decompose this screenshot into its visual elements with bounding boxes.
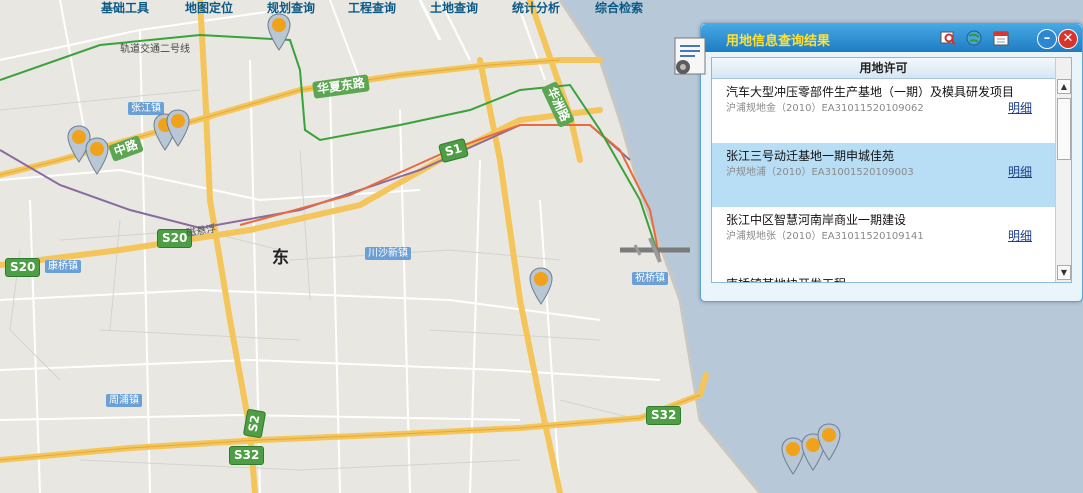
panel-titlebar[interactable]: 用地信息查询结果 – ✕ [701,24,1082,52]
map-pin-icon[interactable] [528,266,554,306]
detail-link[interactable]: 明细 [1008,227,1032,244]
scroll-down-icon[interactable]: ▼ [1057,265,1071,280]
row-permit-number: 沪浦规地金（2010）EA31011520109062 [726,103,924,114]
scroll-thumb[interactable] [1057,98,1071,160]
list-item[interactable]: 康桥镇某地块开发工程 [712,271,1055,282]
metro-line-label: 轨道交通二号线 [120,44,190,55]
menu-map-locate[interactable]: 地图定位 [185,0,233,16]
globe-icon[interactable] [965,29,983,47]
highway-s32-b: S32 [229,446,265,465]
panel-title: 用地信息查询结果 [726,34,831,49]
list-item[interactable]: 汽车大型冲压零部件生产基地（一期）及模具研发项目 沪浦规地金（2010）EA31… [712,79,1055,143]
row-permit-number: 沪规地浦（2010）EA31001520109003 [726,167,914,178]
map-pin-icon[interactable] [816,422,842,462]
scroll-up-icon[interactable]: ▲ [1057,79,1071,94]
highway-s20-b: S20 [5,258,41,277]
map-district-label: 东 [272,248,289,268]
result-list: 用地许可 汽车大型冲压零部件生产基地（一期）及模具研发项目 沪浦规地金（2010… [711,57,1072,283]
detail-link[interactable]: 明细 [1008,99,1032,116]
place-zhoupu: 周浦镇 [106,394,142,407]
menu-project-query[interactable]: 工程查询 [348,0,396,16]
minimize-icon[interactable]: – [1037,29,1057,49]
list-item[interactable]: 张江中区智慧河南岸商业一期建设 沪浦规地张（2010）EA31011520109… [712,207,1055,271]
list-item[interactable]: 张江三号动迁基地一期申城佳苑 沪规地浦（2010）EA3100152010900… [712,143,1055,207]
calendar-icon[interactable] [992,29,1010,47]
menu-statistics[interactable]: 统计分析 [512,0,560,16]
close-icon[interactable]: ✕ [1058,29,1078,49]
menu-basic-tools[interactable]: 基础工具 [101,0,149,16]
place-kangqiao: 康桥镇 [45,260,81,273]
map-pin-icon[interactable] [84,136,110,176]
row-title: 汽车大型冲压零部件生产基地（一期）及模具研发项目 [726,85,1015,99]
detail-link[interactable]: 明细 [1008,163,1032,180]
row-title: 张江中区智慧河南岸商业一期建设 [726,213,907,227]
land-info-result-panel: 用地信息查询结果 – ✕ 用地许可 汽车大型冲压零部件生产基地（一期）及模具研发… [674,23,1083,302]
column-header-land-permit[interactable]: 用地许可 [712,58,1055,79]
top-menu: 基础工具 地图定位 规划查询 工程查询 土地查询 统计分析 综合检索 [0,0,700,16]
place-zhuqiao: 祝桥镇 [632,272,668,285]
highway-s32-a: S32 [646,406,682,425]
row-title: 康桥镇某地块开发工程 [726,275,846,282]
map-pin-icon[interactable] [266,12,292,52]
menu-land-query[interactable]: 土地查询 [430,0,478,16]
place-chuansha: 川沙新镇 [365,247,411,260]
certificate-icon [674,37,706,75]
row-permit-number: 沪浦规地张（2010）EA31011520109141 [726,231,924,242]
map-pin-icon[interactable] [165,108,191,148]
search-map-icon[interactable] [939,29,957,47]
row-title: 张江三号动迁基地一期申城佳苑 [726,149,895,163]
vertical-scrollbar[interactable]: ▲ ▼ [1055,58,1071,282]
menu-search[interactable]: 综合检索 [595,0,643,16]
